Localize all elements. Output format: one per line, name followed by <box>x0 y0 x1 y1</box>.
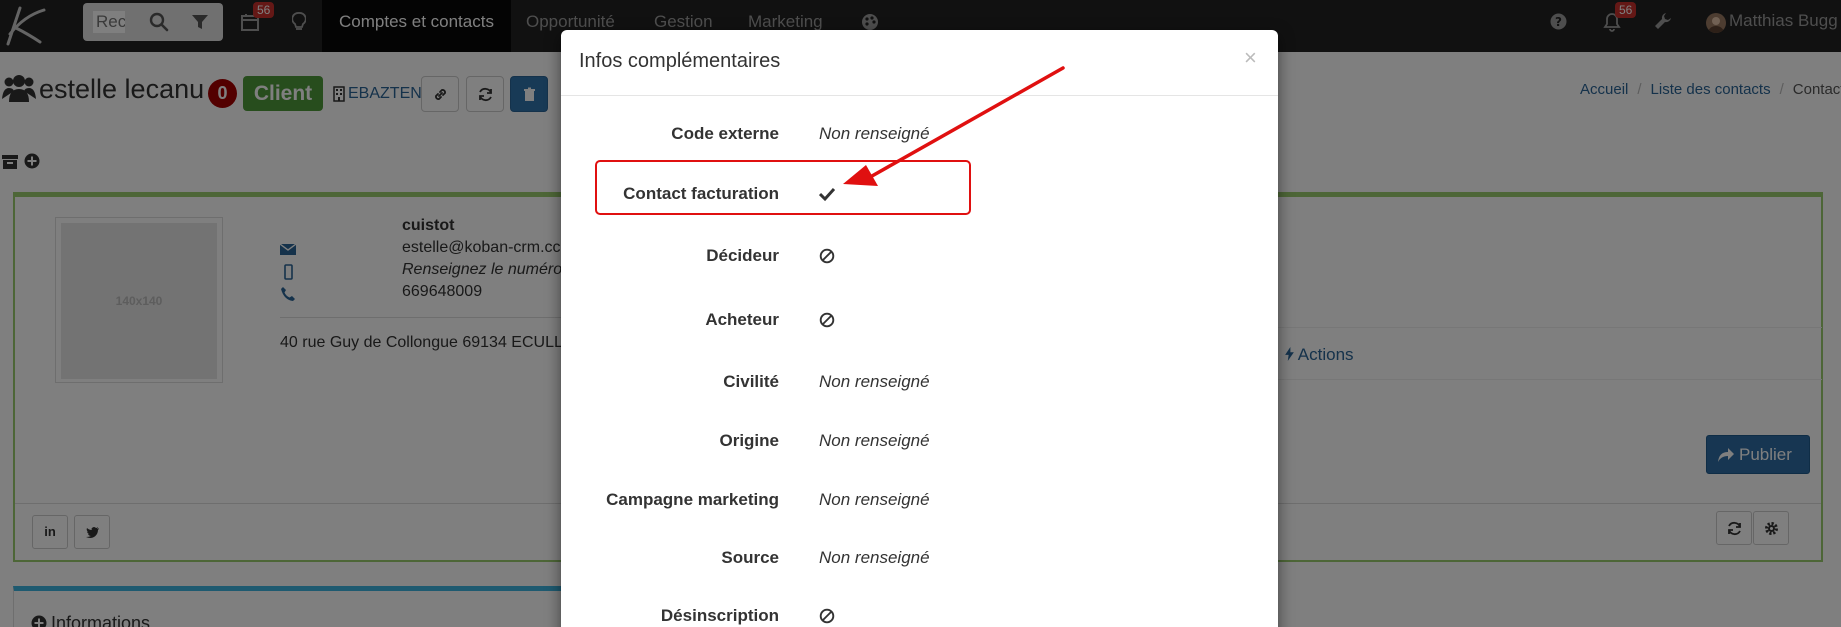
field-value-external-code: Non renseigné <box>819 124 930 143</box>
field-value-origin: Non renseigné <box>819 431 930 450</box>
field-label-civility: Civilité <box>723 372 779 391</box>
annotation-highlight-box <box>595 160 971 215</box>
modal-title: Infos complémentaires <box>579 50 781 72</box>
modal-header-separator <box>561 95 1278 96</box>
field-value-source: Non renseigné <box>819 548 930 567</box>
field-label-origin: Origine <box>719 431 779 450</box>
field-label-decision-maker: Décideur <box>706 246 779 265</box>
field-label-marketing-campaign: Campagne marketing <box>606 490 779 509</box>
field-label-source: Source <box>721 548 779 567</box>
additional-info-modal: Infos complémentaires × Code externe Non… <box>561 30 1278 627</box>
ban-icon <box>819 608 835 624</box>
field-label-unsubscribe: Désinscription <box>660 606 779 625</box>
field-value-marketing-campaign: Non renseigné <box>819 490 930 509</box>
field-label-buyer: Acheteur <box>705 310 779 329</box>
field-value-civility: Non renseigné <box>819 372 930 391</box>
close-icon[interactable]: × <box>1244 45 1257 71</box>
ban-icon <box>819 312 835 328</box>
ban-icon <box>819 248 835 264</box>
field-label-external-code: Code externe <box>671 124 779 143</box>
